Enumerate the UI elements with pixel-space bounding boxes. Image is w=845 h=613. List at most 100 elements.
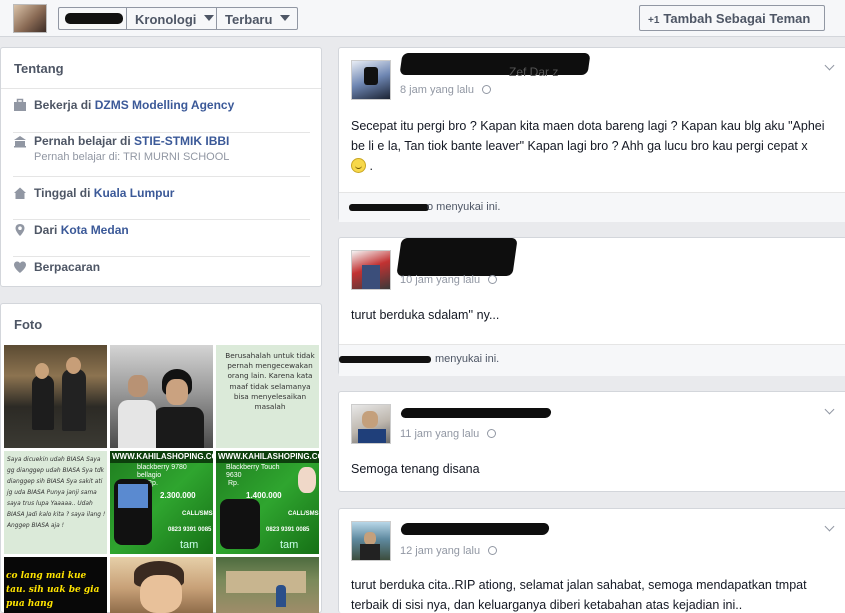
building [226,571,306,593]
about-title[interactable]: Tentang [14,61,64,76]
chevron-down-icon[interactable] [825,523,835,533]
quote-dark-photo[interactable]: co lang mai kue tau. sih uak be gia pua … [4,557,107,613]
post-text-end: . [366,159,373,173]
current-city-link[interactable]: Kuala Lumpur [94,186,175,200]
biasa-text: Saya dicuekin udah BIASA Saya gg diangge… [7,457,106,529]
chevron-down-icon [204,15,215,21]
profile-name-button[interactable] [58,7,126,30]
redacted-likers[interactable] [339,356,431,363]
timestamp-text: 10 jam yang lalu [400,274,481,286]
call-sms: CALL/SMS [288,511,319,517]
author-name-fragment[interactable]: Zef Dar z [509,65,558,79]
redacted-likers[interactable] [349,204,429,211]
globe-icon [488,275,498,284]
post-timestamp[interactable]: 8 jam yang lalu [400,84,491,96]
redacted-author-name[interactable] [400,523,550,535]
feed-post: Zef Dar z 8 jam yang lalu Secepat itu pe… [338,47,845,222]
photo-thumbnail[interactable] [216,557,319,613]
timestamp-text: 12 jam yang lalu [400,545,481,557]
post-author-avatar[interactable] [351,404,391,444]
post-author-avatar[interactable] [351,250,391,290]
biasa-photo[interactable]: Saya dicuekin udah BIASA Saya gg diangge… [4,451,107,554]
quote-text: Berusahalah untuk tidak pernah mengecewa… [225,351,315,412]
figure [364,67,378,85]
chevron-down-icon[interactable] [825,406,835,416]
shop-url: WWW.KAHILASHOPING.COM [218,452,319,461]
phone-image [220,499,260,549]
photo-thumbnail[interactable] [110,345,213,448]
add-friend-button[interactable]: +1 Tambah Sebagai Teman [639,5,825,31]
likes-bar: menyukai ini. [339,344,845,376]
call-sms: CALL/SMS [182,511,213,517]
globe-icon [482,85,491,94]
about-hometown-text: Dari Kota Medan [34,223,129,237]
face [140,575,182,613]
face [35,363,49,379]
profile-thumbnail[interactable] [13,4,47,33]
heart-icon [14,261,26,273]
shop-photo[interactable]: WWW.KAHILASHOPING.COM blackberry 9780 be… [110,451,213,554]
post-timestamp[interactable]: 10 jam yang lalu [400,274,498,286]
post-author-avatar[interactable] [351,60,391,100]
shirt [360,544,380,560]
about-card: Tentang Bekerja di DZMS Modelling Agency… [0,47,322,287]
redacted-author-name[interactable] [399,53,591,75]
photos-title[interactable]: Foto [14,317,42,332]
dark-quote-text: co lang mai kue tau. sih uak be gia pua … [6,571,100,609]
shirt [118,400,156,448]
likes-text[interactable]: menyukai ini. [435,353,499,365]
photos-card: Foto Berusahalah untuk tidak pernah meng… [0,303,322,613]
photo-thumbnail[interactable] [110,557,213,613]
quote-photo[interactable]: Berusahalah untuk tidak pernah mengecewa… [216,345,319,448]
model-face [298,467,316,493]
about-work-prefix: Bekerja di [34,98,95,112]
bb-model: blackberry 9780 bellagio [137,464,187,479]
shirt [154,407,204,448]
school-icon [14,136,26,148]
phone-number: 0823 9391 0085 [266,527,310,533]
tam-logo: tam [280,539,299,551]
likes-bar: o menyukai ini. [339,192,845,222]
latest-dropdown[interactable]: Terbaru [217,7,298,30]
school-link[interactable]: STIE-STMIK IBBI [134,134,229,148]
post-text: turut berduka cita..RIP ationg, selamat … [351,578,807,612]
redacted-author-name[interactable] [396,238,518,276]
post-author-avatar[interactable] [351,521,391,561]
globe-icon [488,546,498,555]
chevron-down-icon[interactable] [825,62,835,72]
shop-photo[interactable]: WWW.KAHILASHOPING.COM Blackberry Touch 9… [216,451,319,554]
add-friend-icon: +1 [648,15,660,26]
about-lives-text: Tinggal di Kuala Lumpur [34,186,174,200]
person-silhouette [32,375,54,430]
about-education-text: Pernah belajar di STIE-STMIK IBBI [34,134,229,148]
about-hometown: Dari Kota Medan [13,223,310,257]
redacted-author-name[interactable] [400,408,552,418]
home-icon [14,187,26,199]
briefcase-icon [14,98,26,111]
timeline-dropdown[interactable]: Kronologi [126,7,217,30]
hometown-link[interactable]: Kota Medan [61,223,129,237]
post-text-main: Secepat itu pergi bro ? Kapan kita maen … [351,119,825,153]
post-text: Secepat itu pergi bro ? Kapan kita maen … [351,116,841,176]
rp-label: Rp. [228,480,239,487]
about-lives: Tinggal di Kuala Lumpur [13,186,310,220]
location-pin-icon [15,224,25,236]
timeline-label: Kronologi [135,12,197,27]
post-timestamp[interactable]: 12 jam yang lalu [400,545,498,557]
likes-text[interactable]: o menyukai ini. [427,201,500,213]
photo-thumbnail[interactable] [4,345,107,448]
face [166,379,188,405]
post-text: turut berduka sdalam'' ny... [351,308,500,322]
about-education: Pernah belajar di STIE-STMIK IBBI Pernah… [13,134,310,177]
figure [362,265,380,289]
timeline-header-bar: Kronologi Terbaru +1 Tambah Sebagai Teman [0,0,845,37]
latest-label: Terbaru [225,12,273,27]
timestamp-text: 8 jam yang lalu [400,84,474,96]
face [362,411,378,428]
timestamp-text: 11 jam yang lalu [400,428,480,440]
post-timestamp[interactable]: 11 jam yang lalu [400,428,497,440]
work-place-link[interactable]: DZMS Modelling Agency [95,98,235,112]
about-from-prefix: Dari [34,223,61,237]
about-work-text: Bekerja di DZMS Modelling Agency [34,98,234,112]
face [128,375,148,397]
